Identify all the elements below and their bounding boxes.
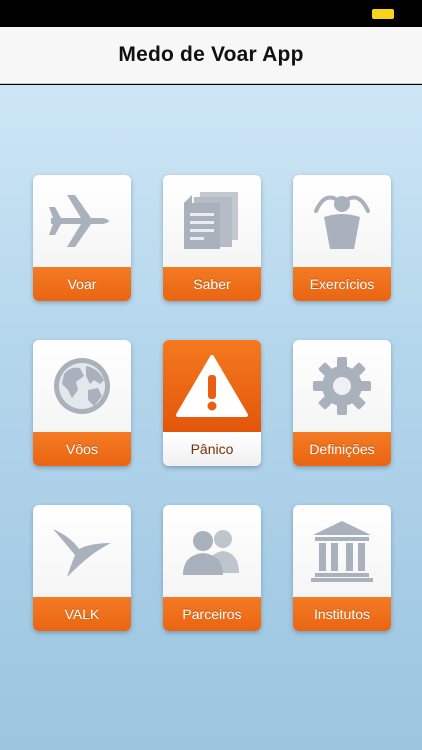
- documents-icon: [163, 175, 261, 267]
- definicoes-button[interactable]: Definições: [293, 340, 391, 466]
- saber-button[interactable]: Saber: [163, 175, 261, 301]
- panico-button[interactable]: Pânico: [163, 340, 261, 466]
- airplane-icon: [33, 175, 131, 267]
- voos-button[interactable]: Vôos: [33, 340, 131, 466]
- relaxing-person-icon: [293, 175, 391, 267]
- institutos-button[interactable]: Institutos: [293, 505, 391, 631]
- menu-grid: Voar Saber Exercícios Vôos Pânico Defini…: [0, 85, 422, 750]
- people-icon: [163, 505, 261, 597]
- voos-label: Vôos: [33, 432, 131, 466]
- parceiros-label: Parceiros: [163, 597, 261, 631]
- exercicios-label: Exercícios: [293, 267, 391, 301]
- bird-icon: [33, 505, 131, 597]
- institutos-label: Institutos: [293, 597, 391, 631]
- battery-icon: [372, 9, 394, 19]
- globe-icon: [33, 340, 131, 432]
- navigation-bar: Medo de Voar App: [0, 27, 422, 84]
- warning-icon: [163, 340, 261, 432]
- voar-label: Voar: [33, 267, 131, 301]
- saber-label: Saber: [163, 267, 261, 301]
- valk-button[interactable]: VALK: [33, 505, 131, 631]
- page-title: Medo de Voar App: [118, 43, 304, 66]
- definicoes-label: Definições: [293, 432, 391, 466]
- parceiros-button[interactable]: Parceiros: [163, 505, 261, 631]
- institution-icon: [293, 505, 391, 597]
- voar-button[interactable]: Voar: [33, 175, 131, 301]
- valk-label: VALK: [33, 597, 131, 631]
- exercicios-button[interactable]: Exercícios: [293, 175, 391, 301]
- gear-icon: [293, 340, 391, 432]
- status-bar: [0, 0, 422, 27]
- panico-label: Pânico: [163, 432, 261, 466]
